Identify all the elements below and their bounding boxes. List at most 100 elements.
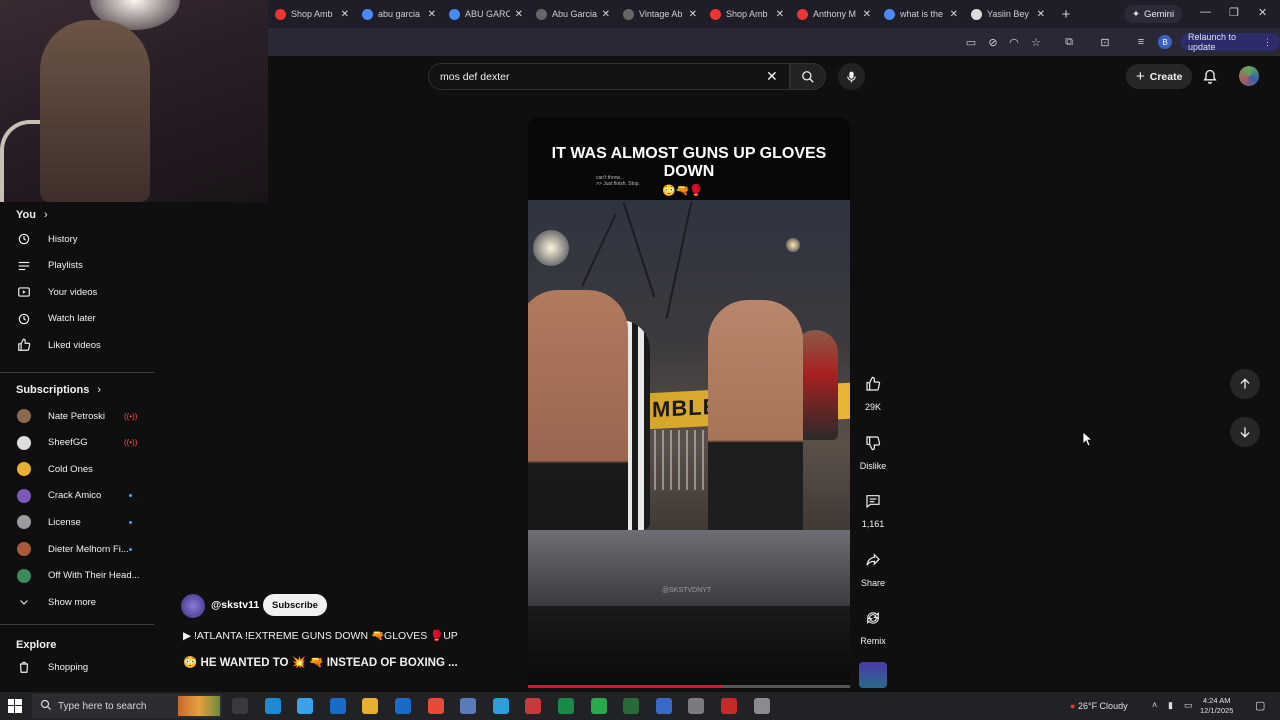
tab-close-icon[interactable]: ✕ [950, 9, 958, 20]
outlook-icon[interactable] [395, 698, 411, 714]
reading-list-icon[interactable]: ≡ [1134, 35, 1148, 49]
video-description-line-2[interactable]: 😳 HE WANTED TO 💥 🔫 INSTEAD OF BOXING ... [183, 655, 458, 669]
app-icon[interactable] [753, 698, 770, 714]
close-window-icon[interactable]: ✕ [1258, 6, 1267, 19]
sidebar-item-shopping[interactable]: Shopping [0, 655, 154, 679]
bookmark-star-icon[interactable]: ☆ [1029, 35, 1043, 49]
keyboard-tray-icon[interactable]: ▭ [1184, 700, 1193, 711]
task-view-icon[interactable] [232, 698, 248, 714]
tab-close-icon[interactable]: ✕ [341, 9, 349, 20]
windows-start-icon[interactable] [8, 699, 22, 718]
browser-tab[interactable]: ABU GARC ✕ [443, 3, 529, 25]
defender-icon[interactable] [655, 698, 672, 714]
sidebar-item-playlists[interactable]: Playlists [0, 254, 154, 278]
taskbar-clock[interactable]: 4:24 AM 12/1/2025 [1200, 696, 1233, 716]
hide-icon[interactable]: ⊘ [986, 35, 1000, 49]
sidebar-item-your-videos[interactable]: Your videos [0, 280, 154, 304]
sidebar-item-liked-videos[interactable]: Liked videos [0, 333, 154, 357]
comments-button[interactable]: 1,161 [856, 484, 890, 529]
browser-tab[interactable]: Vintage Ab ✕ [617, 3, 703, 25]
app-icon[interactable] [460, 698, 477, 714]
relaunch-button[interactable]: Relaunch to update ⋮ [1180, 32, 1280, 52]
tab-close-icon[interactable]: ✕ [602, 9, 610, 20]
cast-icon[interactable]: ▭ [964, 35, 978, 49]
streamer [40, 20, 150, 202]
extensions-icon[interactable]: ⧉ [1062, 35, 1076, 49]
tab-close-icon[interactable]: ✕ [515, 9, 523, 20]
search-input[interactable]: mos def dexter [428, 63, 790, 90]
browser-tab[interactable]: abu garcia ✕ [356, 3, 442, 25]
store-icon[interactable] [329, 698, 346, 714]
minimize-icon[interactable]: — [1200, 6, 1211, 18]
app-icon[interactable] [525, 698, 542, 714]
subscription-item[interactable]: Crack Amico [0, 484, 154, 508]
copilot-icon[interactable] [297, 698, 314, 714]
split-view-icon[interactable]: ⊡ [1098, 35, 1112, 49]
new-tab-button[interactable]: + [1055, 6, 1077, 23]
next-short-button[interactable] [1230, 417, 1260, 447]
weather-widget[interactable]: ● 26°F Cloudy [1070, 701, 1128, 711]
spreadsheet-icon[interactable] [623, 698, 640, 714]
search-button[interactable] [790, 63, 826, 90]
browser-tab[interactable]: Shop Amb ✕ [704, 3, 790, 25]
tab-close-icon[interactable]: ✕ [689, 9, 697, 20]
browser-profile-avatar[interactable]: B [1158, 35, 1172, 49]
shorts-video-player[interactable]: IT WAS ALMOST GUNS UP GLOVES DOWN can't … [528, 117, 850, 689]
channel-handle[interactable]: @skstv11 [211, 599, 259, 611]
share-button[interactable]: Share [856, 543, 890, 588]
channel-avatar [16, 568, 32, 584]
chrome-icon[interactable] [427, 698, 444, 714]
subscription-item[interactable]: License [0, 510, 154, 534]
notification-center-icon[interactable]: ▢ [1255, 699, 1265, 712]
notifications-bell-icon[interactable] [1202, 68, 1218, 90]
subscription-item[interactable]: SheefGG ((•)) [0, 431, 154, 455]
dislike-button[interactable]: Dislike [856, 426, 890, 471]
xbox-icon[interactable] [558, 698, 574, 714]
create-button[interactable]: + Create [1126, 64, 1193, 89]
settings-icon[interactable] [688, 698, 705, 714]
show-more-button[interactable]: Show more [0, 590, 154, 614]
sidebar-item-watch-later[interactable]: Watch later [0, 307, 154, 331]
subscription-item[interactable]: Dieter Melhorn Fi... [0, 537, 154, 561]
ring-floor [528, 530, 850, 606]
channel-avatar[interactable] [181, 594, 205, 618]
sidebar-item-history[interactable]: History [0, 227, 154, 251]
like-button[interactable]: 29K [856, 367, 890, 412]
previous-short-button[interactable] [1230, 369, 1260, 399]
remix-button[interactable]: Remix [856, 601, 890, 646]
account-avatar[interactable] [1239, 66, 1259, 86]
browser-tab[interactable]: what is the ✕ [878, 3, 964, 25]
clear-search-icon[interactable]: ✕ [766, 68, 778, 85]
performance-icon[interactable]: ◠ [1007, 35, 1021, 49]
subscription-item[interactable]: Nate Petroski ((•)) [0, 404, 154, 428]
browser-tab[interactable]: Yasiin Bey ✕ [965, 3, 1051, 25]
video-progress-bar[interactable] [528, 685, 850, 688]
gemini-button[interactable]: ✦ Gemini [1124, 5, 1183, 23]
browser-tab[interactable]: Anthony M ✕ [791, 3, 877, 25]
steam-icon[interactable] [492, 698, 509, 714]
app-icon[interactable] [721, 698, 737, 714]
audio-track-thumbnail[interactable] [859, 662, 887, 688]
subscribe-button[interactable]: Subscribe [263, 594, 327, 616]
tab-close-icon[interactable]: ✕ [776, 9, 784, 20]
browser-tab[interactable]: Abu Garcia ✕ [530, 3, 616, 25]
app-icon[interactable] [590, 698, 607, 714]
your-videos-icon [16, 284, 32, 300]
tab-close-icon[interactable]: ✕ [1037, 9, 1045, 20]
file-explorer-icon[interactable] [362, 698, 379, 714]
subscription-item[interactable]: Off With Their Head... [0, 564, 154, 588]
subscription-item[interactable]: Cold Ones [0, 457, 154, 481]
browser-tab[interactable]: Shop Amb ✕ [269, 3, 355, 25]
tab-close-icon[interactable]: ✕ [863, 9, 871, 20]
sidebar-item-label: Your videos [48, 286, 98, 298]
taskbar-search-box[interactable]: Type here to search [32, 694, 222, 718]
microphone-tray-icon[interactable]: ▮ [1168, 700, 1173, 711]
tray-chevron-icon[interactable]: ˄ [1152, 700, 1157, 710]
video-description-line-1[interactable]: ▶ !ATLANTA !EXTREME GUNS DOWN 🔫GLOVES 🥊U… [183, 629, 458, 642]
tab-close-icon[interactable]: ✕ [428, 9, 436, 20]
you-section-header[interactable]: You › [16, 209, 48, 221]
maximize-icon[interactable]: ❐ [1229, 6, 1239, 19]
voice-search-button[interactable] [838, 63, 865, 90]
subscriptions-header[interactable]: Subscriptions › [16, 384, 101, 396]
edge-icon[interactable] [264, 698, 281, 714]
